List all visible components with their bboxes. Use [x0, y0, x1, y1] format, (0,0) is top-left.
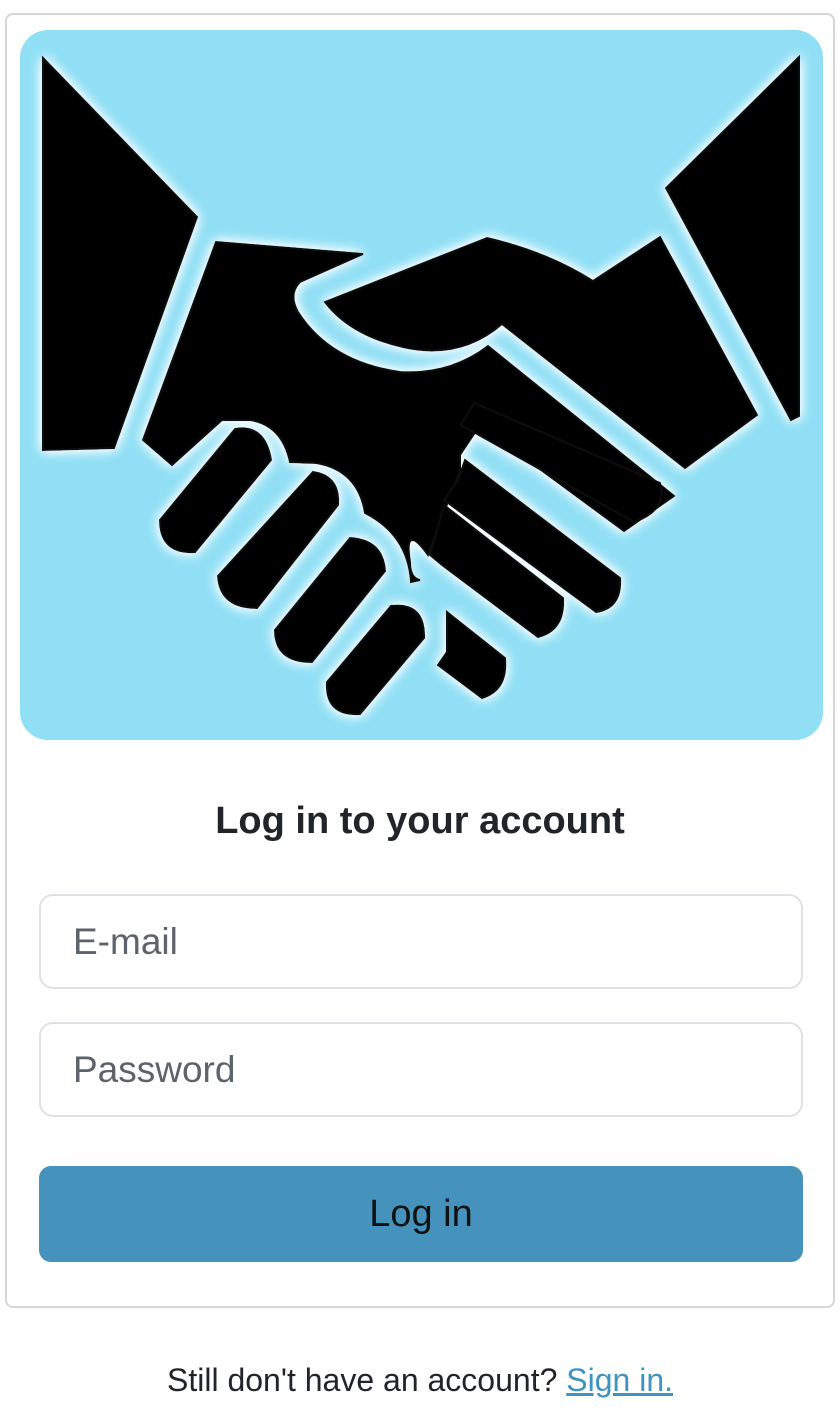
login-card: Log in to your account Log in	[5, 13, 835, 1308]
signup-prompt-text: Still don't have an account?	[167, 1362, 558, 1398]
sign-in-link[interactable]: Sign in.	[566, 1362, 673, 1398]
page-title: Log in to your account	[215, 800, 625, 842]
signup-prompt: Still don't have an account? Sign in.	[0, 1362, 840, 1399]
password-field[interactable]	[39, 1022, 803, 1117]
email-field[interactable]	[39, 894, 803, 989]
login-button[interactable]: Log in	[39, 1166, 803, 1262]
handshake-icon	[42, 54, 800, 716]
hero-image	[20, 30, 823, 740]
